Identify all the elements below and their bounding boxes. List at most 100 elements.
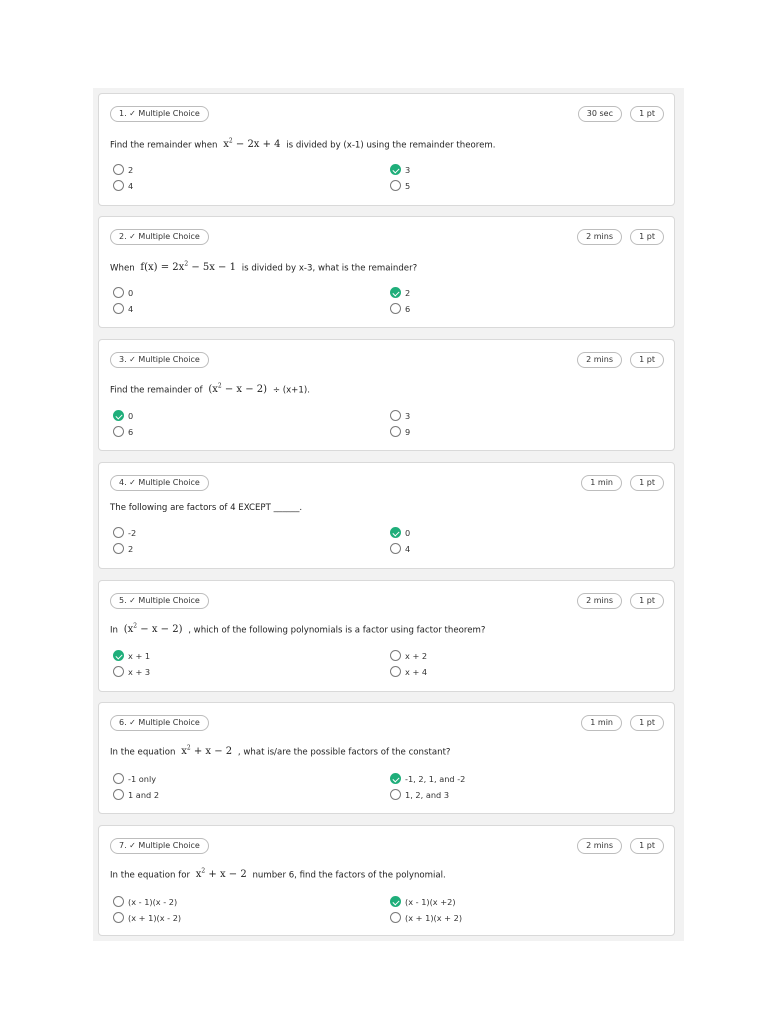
answer-option[interactable]: 5 — [390, 180, 410, 192]
radio-circle-icon — [390, 543, 401, 554]
question-type-badge: 1. ✓ Multiple Choice — [110, 106, 209, 122]
option-label: 2 — [128, 165, 134, 175]
answer-option[interactable]: 1 and 2 — [113, 789, 159, 801]
option-label: 4 — [128, 181, 134, 191]
check-circle-icon — [390, 527, 401, 538]
answer-option-correct[interactable]: 3 — [390, 164, 410, 176]
option-label: 4 — [405, 544, 411, 554]
math-expression: (x2 − x − 2) — [123, 623, 183, 636]
check-circle-icon — [113, 410, 124, 421]
answer-option[interactable]: (x + 1)(x + 2) — [390, 912, 462, 924]
points-badge: 1 pt — [630, 593, 664, 609]
radio-circle-icon — [390, 912, 401, 923]
option-label: -1, 2, 1, and -2 — [405, 774, 466, 784]
question-card-4: 4. ✓ Multiple Choice 1 min 1 pt The foll… — [98, 462, 675, 569]
question-text-end: is divided by (x-1) using the remainder … — [286, 140, 496, 151]
answer-option[interactable]: (x - 1)(x - 2) — [113, 896, 177, 908]
question-text-end: , which of the following polynomials is … — [188, 625, 486, 636]
answer-option-correct[interactable]: 0 — [113, 410, 133, 422]
question-type-badge: 5. ✓ Multiple Choice — [110, 593, 209, 609]
radio-circle-icon — [113, 773, 124, 784]
question-text-start: In the equation — [110, 747, 176, 758]
answer-option[interactable]: 4 — [390, 543, 410, 555]
radio-circle-icon — [113, 543, 124, 554]
answer-option[interactable]: -2 — [113, 527, 136, 539]
radio-circle-icon — [113, 912, 124, 923]
math-expression: x2 + x − 2 — [181, 745, 233, 758]
time-badge: 2 mins — [577, 593, 622, 609]
question-text: In the equation x2 + x − 2 , what is/are… — [110, 745, 451, 757]
answer-option[interactable]: x + 4 — [390, 666, 427, 678]
option-label: 3 — [405, 165, 411, 175]
time-badge: 1 min — [581, 715, 622, 731]
answer-option[interactable]: x + 2 — [390, 650, 427, 662]
time-badge: 30 sec — [577, 106, 622, 122]
question-text-start: In the equation for — [110, 870, 191, 881]
radio-circle-icon — [113, 180, 124, 191]
radio-circle-icon — [113, 426, 124, 437]
answer-option[interactable]: 3 — [390, 410, 410, 422]
option-label: x + 2 — [405, 651, 428, 661]
option-label: (x - 1)(x - 2) — [128, 897, 178, 907]
question-card-1: 1. ✓ Multiple Choice 30 sec 1 pt Find th… — [98, 93, 675, 206]
option-label: (x + 1)(x - 2) — [128, 913, 182, 923]
option-label: 2 — [128, 544, 134, 554]
answer-option[interactable]: 4 — [113, 303, 133, 315]
radio-circle-icon — [113, 287, 124, 298]
option-label: 1 and 2 — [128, 790, 160, 800]
question-text-end: , what is/are the possible factors of th… — [237, 747, 451, 758]
check-circle-icon — [390, 773, 401, 784]
question-text-start: When — [110, 263, 135, 274]
question-text-end: number 6, find the factors of the polyno… — [252, 870, 446, 881]
answer-option[interactable]: x + 3 — [113, 666, 150, 678]
option-label: 1, 2, and 3 — [405, 790, 450, 800]
answer-option[interactable]: 2 — [113, 543, 133, 555]
option-label: 3 — [405, 411, 411, 421]
math-expression: x2 + x − 2 — [195, 868, 247, 881]
option-label: x + 4 — [405, 667, 428, 677]
radio-circle-icon — [113, 527, 124, 538]
question-text: In (x2 − x − 2) , which of the following… — [110, 623, 485, 635]
time-badge: 2 mins — [577, 352, 622, 368]
question-text: In the equation for x2 + x − 2 number 6,… — [110, 868, 446, 880]
answer-option-correct[interactable]: x + 1 — [113, 650, 150, 662]
option-label: (x + 1)(x + 2) — [405, 913, 463, 923]
math-expression: (x2 − x − 2) — [208, 383, 268, 396]
question-card-6: 6. ✓ Multiple Choice 1 min 1 pt In the e… — [98, 702, 675, 814]
answer-option[interactable]: (x + 1)(x - 2) — [113, 912, 181, 924]
points-badge: 1 pt — [630, 106, 664, 122]
answer-option[interactable]: -1 only — [113, 773, 156, 785]
radio-circle-icon — [113, 896, 124, 907]
answer-option-correct[interactable]: 2 — [390, 287, 410, 299]
answer-option-correct[interactable]: 0 — [390, 527, 410, 539]
option-label: 5 — [405, 181, 411, 191]
question-text-end: ÷ (x+1). — [272, 385, 310, 396]
answer-option[interactable]: 0 — [113, 287, 133, 299]
question-text: When f(x) = 2x2 − 5x − 1 is divided by x… — [110, 261, 417, 273]
answer-option-correct[interactable]: -1, 2, 1, and -2 — [390, 773, 465, 785]
radio-circle-icon — [390, 426, 401, 437]
radio-circle-icon — [390, 410, 401, 421]
answer-option[interactable]: 2 — [113, 164, 133, 176]
radio-circle-icon — [390, 666, 401, 677]
question-card-3: 3. ✓ Multiple Choice 2 mins 1 pt Find th… — [98, 339, 675, 451]
question-card-2: 2. ✓ Multiple Choice 2 mins 1 pt When f(… — [98, 216, 675, 328]
answer-option[interactable]: 6 — [113, 426, 133, 438]
option-label: x + 3 — [128, 667, 151, 677]
answer-option[interactable]: 6 — [390, 303, 410, 315]
time-badge: 2 mins — [577, 229, 622, 245]
math-expression: f(x) = 2x2 − 5x − 1 — [140, 261, 236, 274]
option-label: -1 only — [128, 774, 157, 784]
check-circle-icon — [390, 287, 401, 298]
answer-option[interactable]: 9 — [390, 426, 410, 438]
points-badge: 1 pt — [630, 229, 664, 245]
question-text-start: In — [110, 625, 118, 636]
radio-circle-icon — [113, 789, 124, 800]
answer-option-correct[interactable]: (x - 1)(x +2) — [390, 896, 456, 908]
answer-option[interactable]: 4 — [113, 180, 133, 192]
option-label: 9 — [405, 427, 411, 437]
question-text: Find the remainder of (x2 − x − 2) ÷ (x+… — [110, 383, 310, 395]
option-label: 2 — [405, 288, 411, 298]
question-text: Find the remainder when x2 − 2x + 4 is d… — [110, 138, 495, 150]
answer-option[interactable]: 1, 2, and 3 — [390, 789, 449, 801]
